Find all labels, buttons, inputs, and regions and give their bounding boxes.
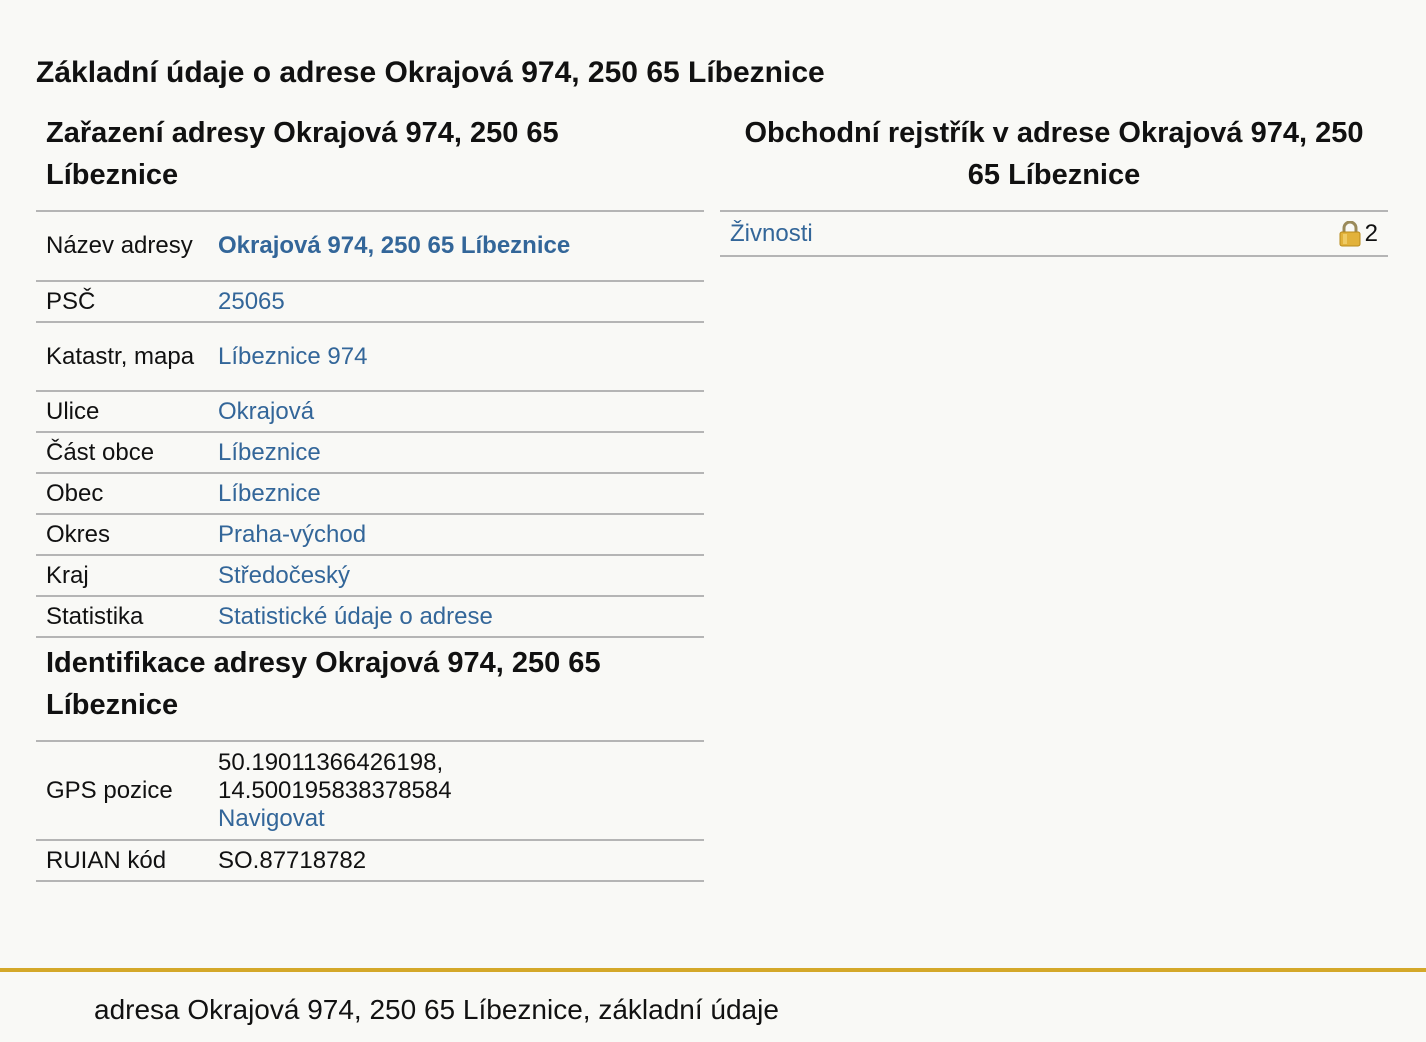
lock-icon xyxy=(1339,220,1361,247)
table-row: Okres Praha-východ xyxy=(36,514,704,556)
row-label: Obec xyxy=(36,473,208,515)
row-label: Název adresy xyxy=(36,212,208,282)
left-column: Zařazení adresy Okrajová 974, 250 65 Líb… xyxy=(36,112,704,882)
obec-link[interactable]: Líbeznice xyxy=(218,480,321,507)
row-label: GPS pozice xyxy=(36,742,208,841)
page: Základní údaje o adrese Okrajová 974, 25… xyxy=(0,0,1426,1042)
katastr-link[interactable]: Líbeznice 974 xyxy=(218,343,367,370)
table-row: PSČ 25065 xyxy=(36,281,704,323)
table-row: GPS pozice 50.19011366426198, 14.5001958… xyxy=(36,742,704,841)
row-label: Kraj xyxy=(36,555,208,597)
row-label: RUIAN kód xyxy=(36,840,208,882)
lock-count: 2 xyxy=(1339,220,1378,248)
row-label: Katastr, mapa xyxy=(36,322,208,392)
cast-obce-link[interactable]: Líbeznice xyxy=(218,439,321,466)
statistika-link[interactable]: Statistické údaje o adrese xyxy=(218,603,493,630)
page-title: Základní údaje o adrese Okrajová 974, 25… xyxy=(36,56,825,89)
row-label: Statistika xyxy=(36,596,208,638)
table-row: Kraj Středočeský xyxy=(36,555,704,597)
row-label: Okres xyxy=(36,514,208,556)
table-row: RUIAN kód SO.87718782 xyxy=(36,840,704,882)
gps-latitude: 50.19011366426198, xyxy=(218,748,444,776)
table-row: Název adresy Okrajová 974, 250 65 Líbezn… xyxy=(36,212,704,282)
psc-link[interactable]: 25065 xyxy=(218,288,285,315)
address-name-link[interactable]: Okrajová 974, 250 65 Líbeznice xyxy=(218,232,570,259)
gps-value: 50.19011366426198, 14.500195838378584 Na… xyxy=(208,742,704,841)
row-label: Část obce xyxy=(36,432,208,474)
list-item: Živnosti 2 xyxy=(720,212,1388,257)
right-column: Obchodní rejstřík v adrese Okrajová 974,… xyxy=(720,112,1388,257)
row-label: Ulice xyxy=(36,391,208,433)
ruian-value: SO.87718782 xyxy=(208,840,704,882)
zivnosti-link[interactable]: Živnosti xyxy=(730,220,813,248)
okres-link[interactable]: Praha-východ xyxy=(218,521,366,548)
rejstrik-heading: Obchodní rejstřík v adrese Okrajová 974,… xyxy=(720,112,1388,212)
zarazeni-heading: Zařazení adresy Okrajová 974, 250 65 Líb… xyxy=(36,112,704,212)
table-row: Část obce Líbeznice xyxy=(36,432,704,474)
table-row: Ulice Okrajová xyxy=(36,391,704,433)
table-row: Katastr, mapa Líbeznice 974 xyxy=(36,322,704,392)
ulice-link[interactable]: Okrajová xyxy=(218,398,314,425)
navigate-link[interactable]: Navigovat xyxy=(218,805,325,832)
table-row: Statistika Statistické údaje o adrese xyxy=(36,596,704,638)
footer: adresa Okrajová 974, 250 65 Líbeznice, z… xyxy=(0,968,1426,1042)
identifikace-table: GPS pozice 50.19011366426198, 14.5001958… xyxy=(36,742,704,882)
zarazeni-table: Název adresy Okrajová 974, 250 65 Líbezn… xyxy=(36,212,704,638)
kraj-link[interactable]: Středočeský xyxy=(218,562,350,589)
row-label: PSČ xyxy=(36,281,208,323)
zivnosti-count: 2 xyxy=(1364,219,1378,247)
identifikace-heading: Identifikace adresy Okrajová 974, 250 65… xyxy=(36,638,704,742)
footer-text: adresa Okrajová 974, 250 65 Líbeznice, z… xyxy=(94,994,779,1025)
gps-longitude: 14.500195838378584 xyxy=(218,776,452,804)
table-row: Obec Líbeznice xyxy=(36,473,704,515)
